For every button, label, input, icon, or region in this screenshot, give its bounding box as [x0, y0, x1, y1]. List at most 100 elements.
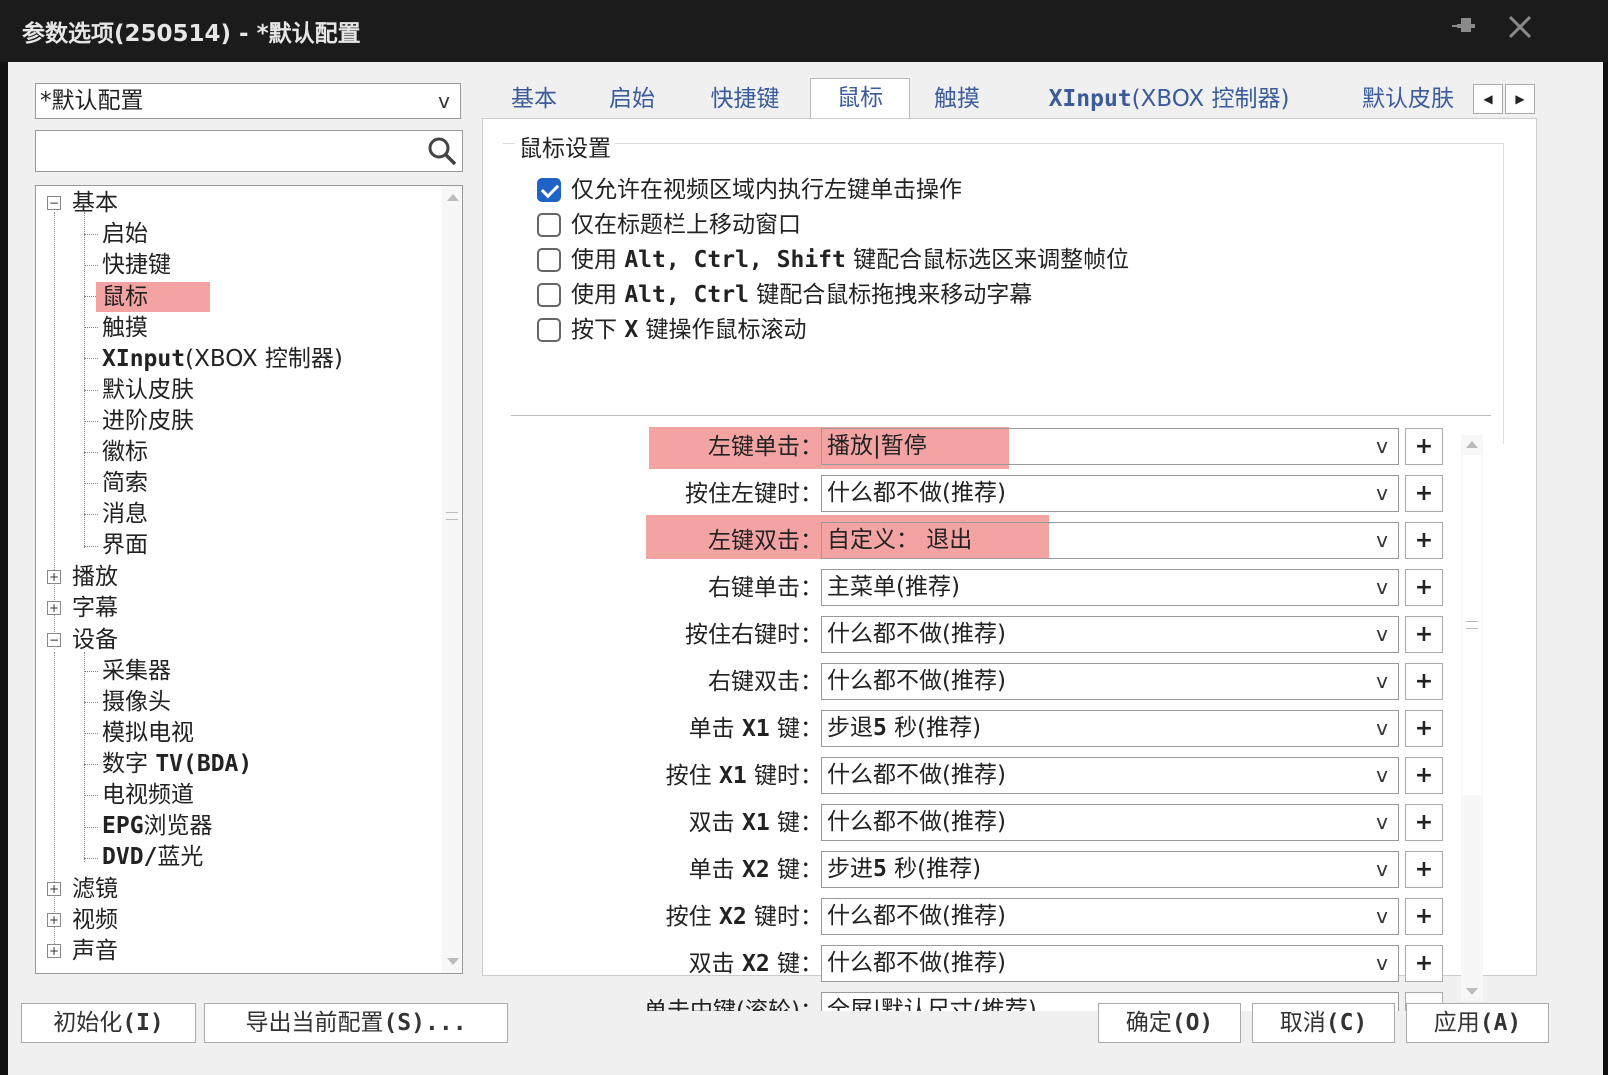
- scroll-grip-icon[interactable]: [1466, 621, 1478, 629]
- tree-item-default-skin[interactable]: 默认皮肤: [102, 375, 194, 405]
- checkbox-checked-icon[interactable]: [537, 178, 561, 202]
- mapping-combo[interactable]: 什么都不做(推荐) v: [821, 804, 1399, 841]
- add-button[interactable]: +: [1405, 569, 1443, 606]
- mapping-combo[interactable]: 什么都不做(推荐) v: [821, 475, 1399, 512]
- collapse-icon[interactable]: −: [47, 633, 61, 647]
- chevron-down-icon: v: [1376, 434, 1388, 458]
- scroll-grip-icon[interactable]: [446, 512, 458, 520]
- tree-node-device[interactable]: 设备: [72, 625, 118, 655]
- add-button[interactable]: +: [1405, 522, 1443, 559]
- mapping-scrollbar[interactable]: [1461, 435, 1483, 1001]
- checkbox-icon[interactable]: [537, 318, 561, 342]
- tree-item-start[interactable]: 启始: [102, 219, 148, 249]
- search-box[interactable]: [35, 130, 463, 172]
- scroll-down-icon[interactable]: [1466, 988, 1478, 995]
- scroll-up-icon[interactable]: [1466, 441, 1478, 448]
- add-button[interactable]: +: [1405, 898, 1443, 935]
- mapping-combo[interactable]: 什么都不做(推荐) v: [821, 945, 1399, 982]
- mapping-combo[interactable]: 步退5 秒(推荐) v: [821, 710, 1399, 747]
- mapping-combo[interactable]: 什么都不做(推荐) v: [821, 898, 1399, 935]
- add-button[interactable]: +: [1405, 757, 1443, 794]
- tab-scroll-left-icon[interactable]: ◀: [1473, 84, 1503, 114]
- collapse-icon[interactable]: −: [47, 196, 61, 210]
- group-title: 鼠标设置: [515, 129, 615, 163]
- tree-item-camera[interactable]: 摄像头: [102, 687, 171, 717]
- add-button[interactable]: +: [1405, 475, 1443, 512]
- tab-default-skin[interactable]: 默认皮肤: [1348, 80, 1468, 118]
- mapping-combo[interactable]: 步进5 秒(推荐) v: [821, 851, 1399, 888]
- tab-xinput[interactable]: XInput(XBOX 控制器): [1028, 80, 1310, 118]
- expand-icon[interactable]: +: [47, 570, 61, 584]
- add-button[interactable]: +: [1405, 428, 1443, 465]
- apply-button[interactable]: 应用(A): [1406, 1003, 1549, 1043]
- tree-item-capture[interactable]: 采集器: [102, 656, 171, 686]
- expand-icon[interactable]: +: [47, 601, 61, 615]
- mapping-row-x1-double: 双击 X1 键： 什么都不做(推荐) v +: [503, 803, 1463, 843]
- title-bar: 参数选项(250514) - *默认配置: [0, 0, 1608, 62]
- ok-button[interactable]: 确定(O): [1098, 1003, 1241, 1043]
- tree-item-hotkey[interactable]: 快捷键: [102, 250, 171, 280]
- add-button[interactable]: +: [1405, 851, 1443, 888]
- search-input[interactable]: [40, 135, 424, 169]
- expand-icon[interactable]: +: [47, 944, 61, 958]
- add-button[interactable]: +: [1405, 710, 1443, 747]
- tree-item-message[interactable]: 消息: [102, 499, 148, 529]
- option-label-post: 键配合鼠标拖拽来移动字幕: [748, 282, 1033, 308]
- mapping-label: 右键单击：: [708, 575, 823, 601]
- mapping-combo[interactable]: 自定义： 退出 v: [821, 522, 1399, 559]
- mapping-row-hold-right: 按住右键时： 什么都不做(推荐) v +: [503, 615, 1463, 655]
- tree-item-analog-tv[interactable]: 模拟电视: [102, 718, 194, 748]
- scroll-down-icon[interactable]: [447, 958, 459, 965]
- tree-item-advanced-skin[interactable]: 进阶皮肤: [102, 406, 194, 436]
- mapping-combo[interactable]: 播放|暂停 v: [821, 428, 1399, 465]
- mapping-label: 单击 X1 键：: [689, 711, 823, 747]
- pin-icon[interactable]: [1445, 12, 1485, 50]
- export-config-button[interactable]: 导出当前配置(S)...: [204, 1003, 508, 1043]
- tree-scrollbar[interactable]: [442, 186, 462, 973]
- expand-icon[interactable]: +: [47, 882, 61, 896]
- tree-item-tv-channel[interactable]: 电视频道: [102, 780, 194, 810]
- tab-basic[interactable]: 基本: [504, 80, 564, 118]
- tab-xinput-suffix: (XBOX 控制器): [1131, 86, 1290, 112]
- mapping-label-pre: 单击: [688, 716, 742, 742]
- checkbox-icon[interactable]: [537, 248, 561, 272]
- tree-item-index[interactable]: 简索: [102, 468, 148, 498]
- mapping-combo[interactable]: 什么都不做(推荐) v: [821, 663, 1399, 700]
- mapping-combo[interactable]: 什么都不做(推荐) v: [821, 757, 1399, 794]
- checkbox-icon[interactable]: [537, 283, 561, 307]
- cancel-button[interactable]: 取消(C): [1252, 1003, 1395, 1043]
- tree-item-dvd[interactable]: DVD/蓝光: [102, 842, 203, 872]
- tab-start[interactable]: 启始: [602, 80, 662, 118]
- tree-node-audio[interactable]: 声音: [72, 936, 118, 966]
- tree-node-play[interactable]: 播放: [72, 562, 118, 592]
- add-button[interactable]: +: [1405, 804, 1443, 841]
- search-icon[interactable]: [426, 135, 458, 167]
- add-button[interactable]: +: [1405, 663, 1443, 700]
- tree-item-epg-suffix: 浏览器: [143, 813, 213, 839]
- mapping-combo[interactable]: 主菜单(推荐) v: [821, 569, 1399, 606]
- tree-item-logo[interactable]: 徽标: [102, 437, 148, 467]
- scroll-up-icon[interactable]: [447, 194, 459, 201]
- init-button[interactable]: 初始化(I): [21, 1003, 196, 1043]
- tree-item-digital-tv[interactable]: 数字 TV(BDA): [102, 749, 252, 779]
- tree-item-xinput[interactable]: XInput(XBOX 控制器): [102, 344, 343, 374]
- profile-combo[interactable]: *默认配置 v: [35, 83, 461, 119]
- expand-icon[interactable]: +: [47, 913, 61, 927]
- tree-item-interface[interactable]: 界面: [102, 530, 148, 560]
- tree-item-epg[interactable]: EPG浏览器: [102, 811, 213, 841]
- tab-touch[interactable]: 触摸: [927, 80, 987, 118]
- add-button[interactable]: +: [1405, 945, 1443, 982]
- tab-scroll-right-icon[interactable]: ▶: [1505, 84, 1535, 114]
- tree-node-basic[interactable]: 基本: [72, 188, 118, 218]
- tab-mouse[interactable]: 鼠标: [810, 78, 910, 121]
- tab-hotkey[interactable]: 快捷键: [700, 80, 790, 118]
- tree-item-mouse[interactable]: 鼠标: [96, 282, 210, 312]
- tree-node-filter[interactable]: 滤镜: [72, 874, 118, 904]
- checkbox-icon[interactable]: [537, 213, 561, 237]
- mapping-combo[interactable]: 什么都不做(推荐) v: [821, 616, 1399, 653]
- tree-node-subtitle[interactable]: 字幕: [72, 593, 118, 623]
- add-button[interactable]: +: [1405, 616, 1443, 653]
- close-icon[interactable]: [1500, 12, 1540, 50]
- tree-node-video[interactable]: 视频: [72, 905, 118, 935]
- tree-item-touch[interactable]: 触摸: [102, 313, 148, 343]
